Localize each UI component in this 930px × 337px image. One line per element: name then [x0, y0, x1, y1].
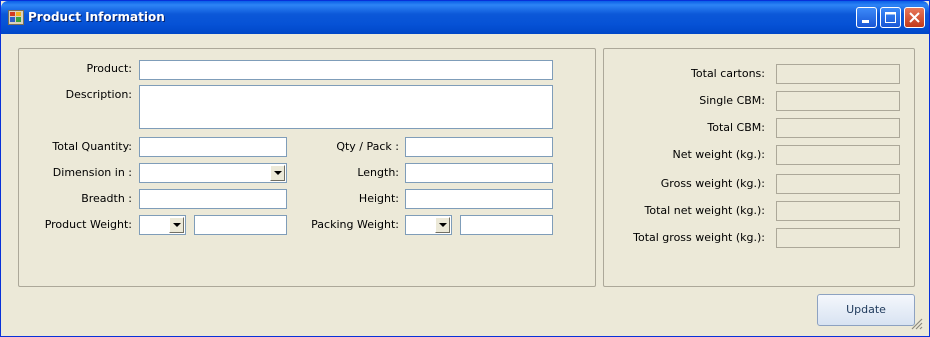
total-gross-weight-field[interactable]	[776, 228, 900, 248]
product-weight-dropdown-button[interactable]	[169, 217, 184, 233]
minimize-icon	[862, 20, 869, 23]
dimension-label: Dimension in :	[52, 166, 132, 179]
total-gross-weight-label: Total gross weight (kg.):	[633, 231, 765, 244]
minimize-button[interactable]	[856, 7, 877, 28]
app-icon	[8, 10, 24, 25]
packing-weight-label: Packing Weight:	[311, 218, 399, 231]
single-cbm-label: Single CBM:	[699, 94, 765, 107]
product-weight-label: Product Weight:	[44, 218, 132, 231]
gross-weight-field[interactable]	[776, 174, 900, 194]
description-textarea[interactable]	[139, 85, 553, 129]
length-label: Length:	[357, 166, 399, 179]
window-title: Product Information	[28, 10, 165, 24]
packing-weight-input[interactable]	[460, 215, 553, 235]
product-information-window: Product Information Product: Description…	[0, 0, 930, 337]
length-input[interactable]	[405, 163, 553, 183]
packing-weight-dropdown-button[interactable]	[435, 217, 450, 233]
breadth-input[interactable]	[139, 189, 287, 209]
description-label: Description:	[65, 88, 132, 101]
dimension-dropdown-button[interactable]	[270, 165, 285, 181]
title-bar[interactable]: Product Information	[1, 1, 929, 34]
qty-pack-input[interactable]	[405, 137, 553, 157]
update-button[interactable]: Update	[817, 294, 915, 326]
product-label: Product:	[86, 62, 132, 75]
packing-weight-unit-select[interactable]	[405, 215, 452, 235]
close-button[interactable]	[904, 7, 925, 28]
maximize-button[interactable]	[880, 7, 901, 28]
total-cbm-label: Total CBM:	[707, 121, 765, 134]
chevron-down-icon	[274, 171, 282, 175]
breadth-label: Breadth :	[81, 192, 132, 205]
total-cbm-field[interactable]	[776, 118, 900, 138]
net-weight-label: Net weight (kg.):	[672, 148, 765, 161]
total-cartons-label: Total cartons:	[691, 67, 765, 80]
resize-grip-icon[interactable]	[911, 318, 923, 330]
product-details-group: Product: Description: Total Quantity: Qt…	[18, 48, 596, 287]
client-area: Product: Description: Total Quantity: Qt…	[5, 34, 925, 332]
chevron-down-icon	[173, 223, 181, 227]
product-input[interactable]	[139, 60, 553, 80]
total-net-weight-field[interactable]	[776, 201, 900, 221]
close-icon	[909, 12, 920, 23]
height-input[interactable]	[405, 189, 553, 209]
total-net-weight-label: Total net weight (kg.):	[644, 204, 765, 217]
net-weight-field[interactable]	[776, 145, 900, 165]
total-cartons-field[interactable]	[776, 64, 900, 84]
qty-pack-label: Qty / Pack :	[336, 140, 399, 153]
single-cbm-field[interactable]	[776, 91, 900, 111]
total-quantity-input[interactable]	[139, 137, 287, 157]
maximize-icon	[885, 12, 896, 23]
chevron-down-icon	[439, 223, 447, 227]
dimension-select[interactable]	[139, 163, 287, 183]
total-quantity-label: Total Quantity:	[52, 140, 132, 153]
totals-group: Total cartons: Single CBM: Total CBM: Ne…	[603, 48, 915, 287]
gross-weight-label: Gross weight (kg.):	[660, 177, 765, 190]
height-label: Height:	[358, 192, 399, 205]
product-weight-unit-select[interactable]	[139, 215, 186, 235]
product-weight-input[interactable]	[194, 215, 287, 235]
